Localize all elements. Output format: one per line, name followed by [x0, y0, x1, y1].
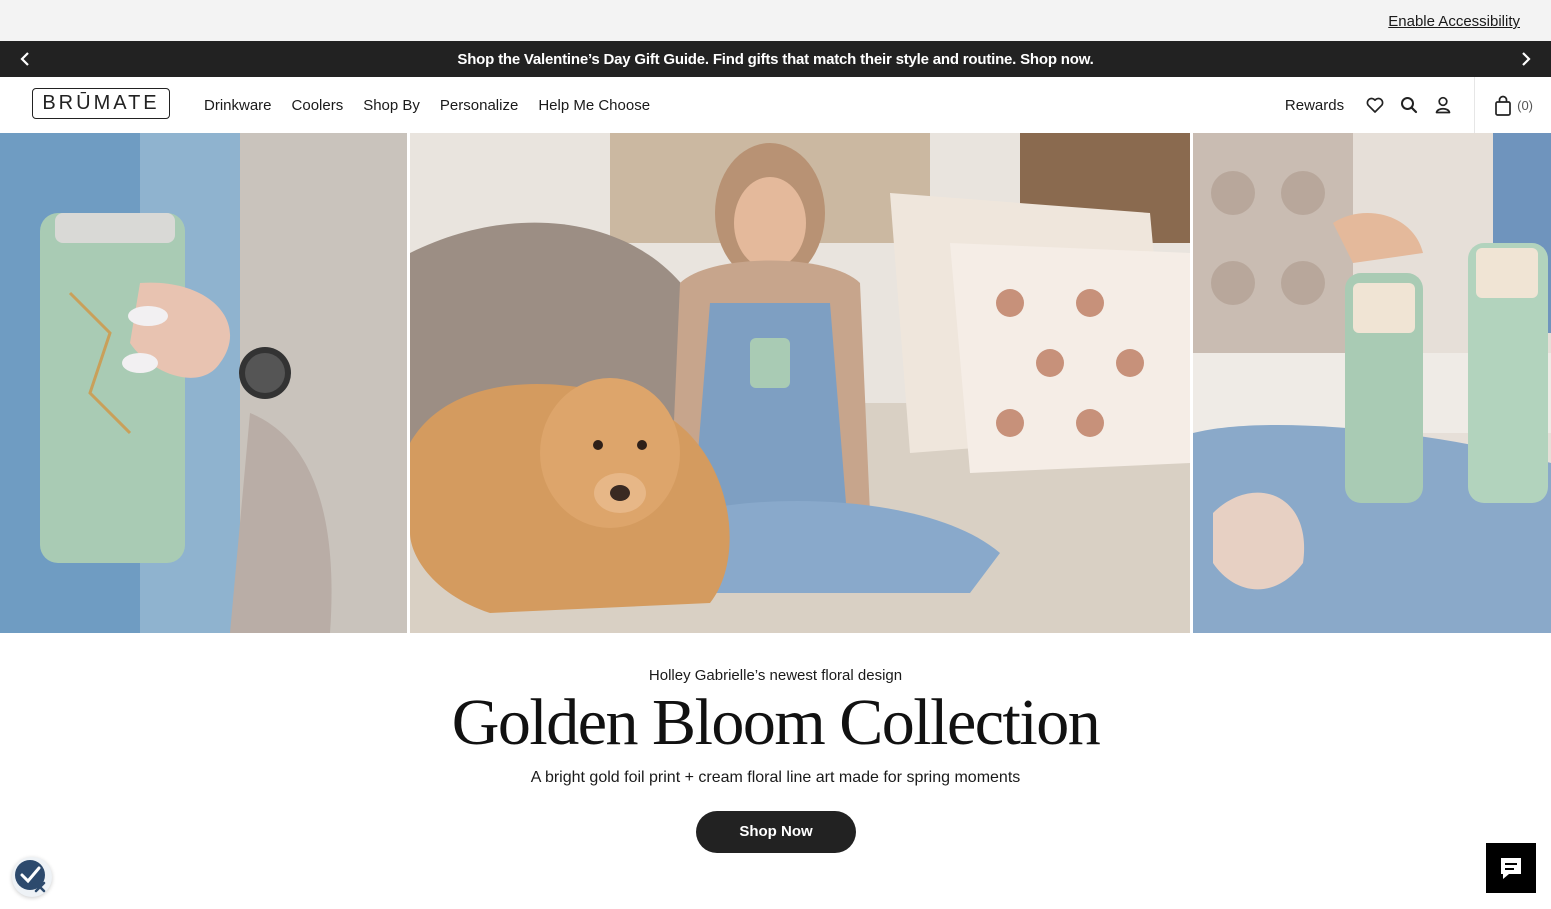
heart-icon[interactable]	[1365, 95, 1385, 115]
promo-bar: Shop the Valentine’s Day Gift Guide. Fin…	[0, 41, 1551, 77]
nav-menu: Drinkware Coolers Shop By Personalize He…	[204, 97, 650, 114]
right-bottles-photo	[1193, 133, 1551, 633]
center-lifestyle-photo	[410, 133, 1190, 633]
main-navigation: BRŪMATE Drinkware Coolers Shop By Person…	[0, 77, 1551, 134]
bag-icon[interactable]	[1493, 95, 1513, 116]
rewards-link[interactable]: Rewards	[1285, 97, 1344, 114]
promo-message[interactable]: Shop the Valentine’s Day Gift Guide. Fin…	[0, 51, 1551, 68]
shop-now-button[interactable]: Shop Now	[696, 811, 856, 853]
hero-headline: Golden Bloom Collection	[451, 686, 1101, 759]
cart-count[interactable]: (0)	[1517, 98, 1533, 113]
brand-logo[interactable]: BRŪMATE	[32, 88, 170, 119]
user-icon[interactable]	[1433, 95, 1453, 115]
search-icon[interactable]	[1399, 95, 1419, 115]
nav-item-help-me-choose[interactable]: Help Me Choose	[538, 97, 650, 114]
chevron-right-icon[interactable]	[1515, 49, 1535, 69]
nav-divider	[1474, 77, 1476, 133]
chat-icon[interactable]	[1486, 843, 1536, 893]
nav-actions: Rewards (0)	[1285, 77, 1533, 133]
nav-item-personalize[interactable]: Personalize	[440, 97, 518, 114]
utility-bar: Enable Accessibility	[0, 0, 1551, 41]
nav-item-coolers[interactable]: Coolers	[292, 97, 344, 114]
left-tumbler-photo	[0, 133, 407, 633]
nav-item-drinkware[interactable]: Drinkware	[204, 97, 272, 114]
enable-accessibility-link[interactable]: Enable Accessibility	[1388, 13, 1520, 30]
accessibility-check-icon[interactable]	[12, 857, 52, 897]
hero-eyebrow: Holley Gabrielle’s newest floral design	[648, 667, 903, 684]
nav-item-shop-by[interactable]: Shop By	[363, 97, 420, 114]
hero-banner[interactable]	[0, 133, 1551, 633]
hero-subhead: A bright gold foil print + cream floral …	[530, 769, 1021, 786]
